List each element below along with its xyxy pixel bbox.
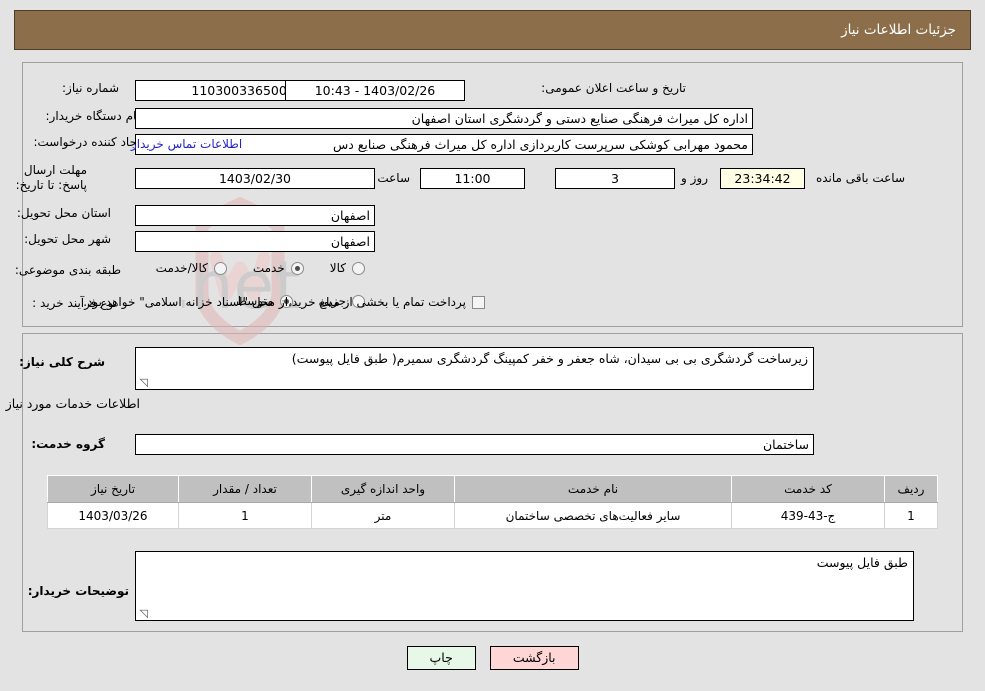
footer-button-bar: بازگشت چاپ xyxy=(0,646,985,670)
field-buyer-notes-label: توضیحات خریدار: xyxy=(28,584,129,598)
buyer-notes-text: طبق فایل پیوست xyxy=(816,555,908,570)
cell-quantity: 1 xyxy=(178,502,312,529)
description-label: شرح کلی نیاز: xyxy=(19,355,105,369)
print-button[interactable]: چاپ xyxy=(406,646,476,670)
treasury-note-row: پرداخت تمام یا بخشی از مبلغ خرید،از محل … xyxy=(83,295,485,309)
radio-icon[interactable] xyxy=(352,261,365,275)
category-option-kala-khedmat[interactable]: کالا/خدمت xyxy=(156,261,227,275)
category-option-label: کالا/خدمت xyxy=(155,261,208,275)
treasury-note-text: پرداخت تمام یا بخشی از مبلغ خرید،از محل … xyxy=(83,295,466,309)
days-remaining-value[interactable]: 3 xyxy=(555,168,675,189)
service-group-value[interactable]: ساختمان xyxy=(135,434,814,455)
services-section-title: اطلاعات خدمات مورد نیاز xyxy=(5,396,140,411)
cell-service-name: سایر فعالیت‌های تخصصی ساختمان xyxy=(454,502,732,529)
column-header-radif: ردیف xyxy=(884,475,938,503)
description-text: زیرساخت گردشگری بی بی سیدان، شاه جعفر و … xyxy=(291,351,808,366)
table-header-row: ردیف کد خدمت نام خدمت واحد اندازه گیری ت… xyxy=(47,475,938,503)
category-option-khedmat[interactable]: خدمت xyxy=(253,261,304,275)
deadline-time-label: ساعت xyxy=(377,171,410,185)
table-row: 1 ج-43-439 سایر فعالیت‌های تخصصی ساختمان… xyxy=(47,502,938,529)
services-table: ردیف کد خدمت نام خدمت واحد اندازه گیری ت… xyxy=(47,475,938,529)
field-category-label: طبقه بندی موضوعی: xyxy=(15,263,121,277)
field-city-label: شهر محل تحویل: xyxy=(24,232,111,246)
resize-grip-icon[interactable]: ◹ xyxy=(138,377,148,388)
deadline-date-value[interactable]: 1403/02/30 xyxy=(135,168,375,189)
column-header-quantity: تعداد / مقدار xyxy=(178,475,312,503)
page-title: جزئیات اطلاعات نیاز xyxy=(841,22,956,38)
column-header-service-name: نام خدمت xyxy=(454,475,732,503)
field-description-label: شرح کلی نیاز: xyxy=(19,355,105,369)
announce-datetime-label: تاریخ و ساعت اعلان عمومی: xyxy=(541,81,686,95)
service-group-label: گروه خدمت: xyxy=(31,437,105,451)
column-header-unit: واحد اندازه گیری xyxy=(311,475,455,503)
days-remaining-label: روز و xyxy=(681,171,708,185)
hours-remaining-value[interactable]: 23:34:42 xyxy=(720,168,805,189)
category-radio-group[interactable]: کالا خدمت کالا/خدمت xyxy=(130,261,365,275)
need-number-label: شماره نیاز: xyxy=(62,81,119,95)
category-option-label: کالا xyxy=(329,261,346,275)
buyer-org-label: نام دستگاه خریدار: xyxy=(45,109,141,123)
radio-icon[interactable] xyxy=(213,261,227,275)
cell-unit: متر xyxy=(311,502,455,529)
category-label: طبقه بندی موضوعی: xyxy=(14,263,121,277)
column-header-service-code: کد خدمت xyxy=(731,475,885,503)
city-value[interactable]: اصفهان xyxy=(135,231,375,252)
treasury-checkbox[interactable] xyxy=(472,295,485,309)
city-label: شهر محل تحویل: xyxy=(24,232,111,246)
field-need-number-label: شماره نیاز: xyxy=(62,81,119,95)
field-buyer-org-label: نام دستگاه خریدار: xyxy=(46,109,141,123)
announce-datetime-value[interactable]: 1403/02/26 - 10:43 xyxy=(285,80,465,101)
buyer-notes-textarea[interactable]: طبق فایل پیوست ◹ xyxy=(135,551,914,621)
field-deadline-label: مهلت ارسال پاسخ: تا تاریخ: xyxy=(7,163,87,193)
need-info-panel xyxy=(22,62,963,327)
category-option-label: خدمت xyxy=(252,261,285,275)
cell-service-code: ج-43-439 xyxy=(731,502,885,529)
field-announce-label: تاریخ و ساعت اعلان عمومی: xyxy=(541,81,686,95)
description-textarea[interactable]: زیرساخت گردشگری بی بی سیدان، شاه جعفر و … xyxy=(135,347,814,390)
column-header-need-date: تاریخ نیاز xyxy=(47,475,179,503)
cell-radif: 1 xyxy=(884,502,938,529)
province-value[interactable]: اصفهان xyxy=(135,205,375,226)
buyer-notes-label: توضیحات خریدار: xyxy=(27,584,129,598)
page-header: جزئیات اطلاعات نیاز xyxy=(14,10,971,50)
field-creator-label: ایجاد کننده درخواست: xyxy=(33,135,144,149)
buyer-contact-link[interactable]: اطلاعات تماس خریدار xyxy=(131,137,242,151)
category-option-kala[interactable]: کالا xyxy=(330,261,365,275)
field-province-label: استان محل تحویل: xyxy=(17,206,111,220)
back-button[interactable]: بازگشت xyxy=(489,646,579,670)
deadline-label: مهلت ارسال پاسخ: تا تاریخ: xyxy=(15,163,87,192)
province-label: استان محل تحویل: xyxy=(16,206,111,220)
field-service-group-label: گروه خدمت: xyxy=(31,437,105,451)
creator-label: ایجاد کننده درخواست: xyxy=(33,135,144,149)
radio-icon[interactable] xyxy=(290,261,304,275)
remaining-suffix-label: ساعت باقی مانده xyxy=(815,171,905,185)
buyer-org-value[interactable]: اداره کل میراث فرهنگی صنایع دستی و گردشگ… xyxy=(135,108,753,129)
deadline-time-value[interactable]: 11:00 xyxy=(420,168,525,189)
resize-grip-icon[interactable]: ◹ xyxy=(138,608,148,619)
cell-need-date: 1403/03/26 xyxy=(47,502,179,529)
